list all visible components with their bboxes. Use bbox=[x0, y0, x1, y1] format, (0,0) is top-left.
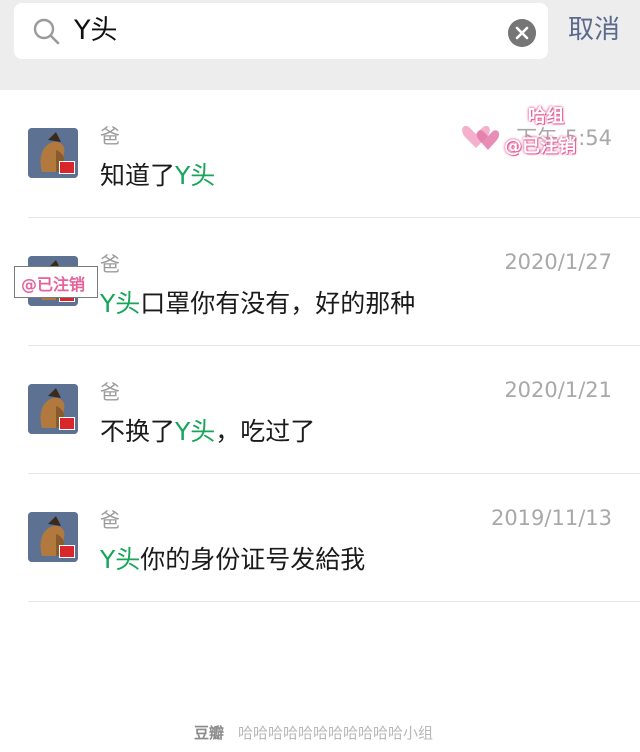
clear-icon[interactable] bbox=[508, 19, 536, 47]
search-highlight: Y头 bbox=[175, 417, 216, 446]
footer-watermark: 豆瓣 哈哈哈哈哈哈哈哈哈哈哈小组 bbox=[194, 722, 433, 743]
avatar bbox=[28, 384, 78, 434]
footer-brand: 豆瓣 bbox=[194, 724, 225, 742]
avatar bbox=[28, 128, 78, 178]
flag-icon bbox=[59, 545, 75, 558]
search-highlight: Y头 bbox=[175, 161, 216, 190]
search-icon bbox=[33, 18, 60, 45]
search-highlight: Y头 bbox=[100, 545, 141, 574]
watermark-box-tag: @已注销 bbox=[21, 275, 86, 294]
watermark-stamp-top: 哈组 @已注销 bbox=[460, 102, 590, 162]
footer-group-name: 哈哈哈哈哈哈哈哈哈哈哈小组 bbox=[238, 724, 434, 742]
search-input[interactable] bbox=[74, 3, 494, 59]
divider bbox=[28, 601, 640, 602]
cancel-button[interactable]: 取消 bbox=[568, 8, 620, 52]
flag-icon bbox=[59, 417, 75, 430]
contact-name: 爸 bbox=[100, 508, 120, 532]
message-preview: Y头你的身份证号发給我 bbox=[100, 545, 366, 574]
heart-icon bbox=[462, 125, 500, 150]
watermark-top-word: 哈组 bbox=[528, 106, 564, 127]
list-item[interactable]: 爸 2020/1/21 不换了Y头，吃过了 bbox=[0, 346, 640, 474]
message-preview: 知道了Y头 bbox=[100, 161, 216, 190]
contact-name: 爸 bbox=[100, 124, 120, 148]
message-date: 2019/11/13 bbox=[490, 506, 612, 530]
avatar bbox=[28, 512, 78, 562]
watermark-stamp-box: @已注销 bbox=[14, 266, 98, 298]
search-header: 取消 bbox=[0, 0, 640, 90]
message-preview: 不换了Y头，吃过了 bbox=[100, 417, 316, 446]
search-box[interactable] bbox=[14, 3, 548, 59]
message-date: 2020/1/27 bbox=[504, 250, 612, 274]
contact-name: 爸 bbox=[100, 380, 120, 404]
watermark-tag: @已注销 bbox=[504, 136, 576, 157]
results-list: 爸 下午 5:54 知道了Y头 爸 2020/1/27 Y头口罩你有没有，好的那… bbox=[0, 90, 640, 602]
flag-icon bbox=[59, 161, 75, 174]
message-preview: Y头口罩你有没有，好的那种 bbox=[100, 289, 416, 318]
search-highlight: Y头 bbox=[100, 289, 141, 318]
list-item[interactable]: 爸 2019/11/13 Y头你的身份证号发給我 bbox=[0, 474, 640, 602]
contact-name: 爸 bbox=[100, 252, 120, 276]
message-date: 2020/1/21 bbox=[504, 378, 612, 402]
